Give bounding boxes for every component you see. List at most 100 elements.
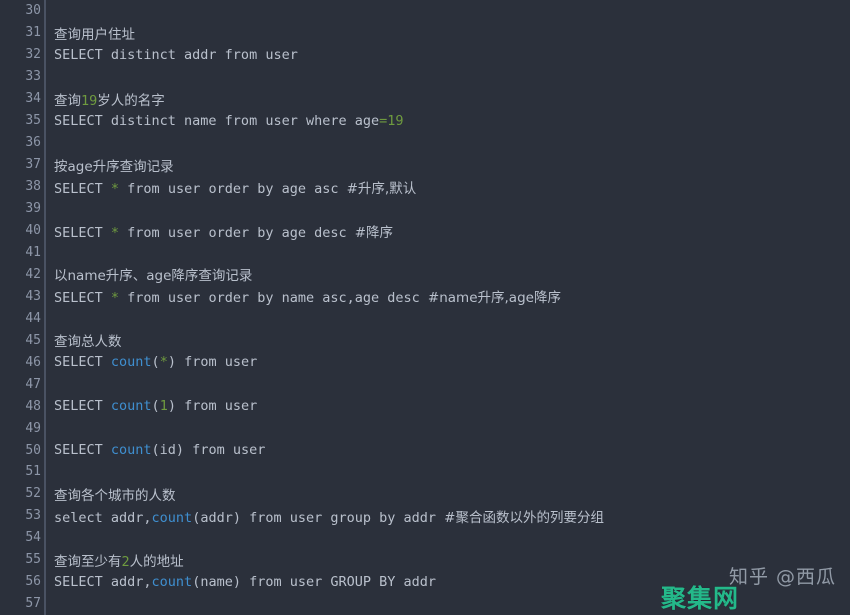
code-line[interactable]: 49 [0,417,850,440]
code-line-content[interactable]: SELECT * from user order by name asc,age… [46,286,561,306]
code-token: SELECT addr, [54,573,152,590]
code-line-content[interactable]: SELECT count(*) from user [46,354,257,370]
code-line[interactable]: 39 [0,197,850,220]
code-line-content[interactable]: SELECT * from user order by age asc #升序,… [46,177,416,197]
line-number: 53 [25,508,41,524]
code-token: * [110,290,120,307]
code-line[interactable]: 36 [0,131,850,154]
code-line-content[interactable]: SELECT addr,count(name) from user GROUP … [46,574,436,590]
code-line[interactable]: 45 查询总人数 [0,329,850,352]
code-line[interactable]: 41 [0,241,850,264]
line-number: 33 [25,69,41,85]
code-line[interactable]: 40 SELECT * from user order by age desc #… [0,219,850,242]
code-token: SELECT [54,290,111,307]
code-line-content[interactable]: SELECT distinct addr from user [46,47,298,63]
line-number: 48 [25,398,41,414]
line-number: 52 [25,486,41,502]
code-line[interactable]: 43 SELECT * from user order by name asc,a… [0,285,850,308]
code-token: 查询至少有 [54,553,122,570]
code-line-content[interactable]: 查询19岁人的名字 [46,89,165,109]
code-line-content[interactable]: SELECT * from user order by age desc #降序 [46,221,393,241]
code-line[interactable]: 48 SELECT count(1) from user [0,395,850,418]
code-line-content[interactable]: 查询用户住址 [46,23,135,43]
code-token: SELECT [54,354,111,371]
code-token: 查询用户住址 [54,26,135,43]
code-line[interactable]: 30 [0,0,850,22]
code-token: * [159,354,168,371]
code-line[interactable]: 37 按age升序查询记录 [0,153,850,176]
code-line-content[interactable]: SELECT count(1) from user [46,398,257,414]
code-token: ) from user [167,398,258,415]
line-number: 32 [25,47,41,63]
code-token: 岁人的名字 [97,92,165,109]
code-editor[interactable]: 30 31 查询用户住址 32 SELECT distinct addr from us… [0,0,850,615]
line-number: 51 [25,464,41,480]
code-line[interactable]: 35 SELECT distinct name from user where a… [0,109,850,132]
code-line-content[interactable]: 按age升序查询记录 [46,155,174,175]
code-token: SELECT [54,224,111,241]
code-line-content[interactable]: select addr,count(addr) from user group … [46,506,604,526]
code-line[interactable]: 32 SELECT distinct addr from user [0,43,850,66]
code-line-content[interactable]: 以name升序、age降序查询记录 [46,264,252,284]
code-line[interactable]: 34 查询19岁人的名字 [0,87,850,110]
gutter-divider [44,373,46,396]
line-number: 41 [25,244,41,260]
code-line[interactable]: 50 SELECT count(id) from user [0,439,850,462]
code-token: #降序 [354,224,394,241]
code-token: #name升序,age降序 [427,290,561,307]
line-number: 35 [25,113,41,129]
code-line[interactable]: 53 select addr,count(addr) from user grou… [0,504,850,527]
line-number: 45 [25,332,41,348]
code-line[interactable]: 52 查询各个城市的人数 [0,482,850,505]
gutter-divider [44,307,46,330]
line-number: 56 [25,574,41,590]
code-line-content[interactable]: SELECT distinct name from user where age… [46,113,404,129]
code-line[interactable]: 55 查询至少有2人的地址 [0,548,850,571]
gutter-divider [44,65,46,88]
line-number: 34 [25,91,41,107]
code-line[interactable]: 57 [0,592,850,615]
code-line-content[interactable]: 查询各个城市的人数 [46,484,176,504]
line-number: 44 [25,310,41,326]
gutter-divider [44,417,46,440]
code-line[interactable]: 31 查询用户住址 [0,21,850,44]
code-line[interactable]: 42 以name升序、age降序查询记录 [0,263,850,286]
code-line[interactable]: 47 [0,373,850,396]
code-line[interactable]: 46 SELECT count(*) from user [0,351,850,374]
code-token: (name) from user GROUP BY addr [192,573,437,590]
gutter-divider [44,197,46,220]
code-token: * [110,180,120,197]
code-token: count [110,354,152,371]
code-line[interactable]: 38 SELECT * from user order by age asc #升… [0,175,850,198]
line-number: 47 [25,376,41,392]
code-token: from user order by name asc,age desc [119,290,428,307]
code-token: #升序,默认 [346,180,417,197]
gutter-divider [44,241,46,264]
code-token: 以name升序、age降序查询记录 [54,268,253,285]
code-line-content[interactable]: 查询总人数 [46,330,122,350]
line-number: 36 [25,135,41,151]
code-token: SELECT distinct name from user where age [54,112,380,129]
code-token: SELECT [54,180,111,197]
code-token: 查询各个城市的人数 [54,487,176,504]
code-line-content[interactable]: 查询至少有2人的地址 [46,550,184,570]
line-number: 55 [25,552,41,568]
line-number: 30 [25,3,41,19]
line-number: 31 [25,25,41,41]
code-line[interactable]: 44 [0,307,850,330]
code-token: 19 [81,92,98,109]
code-line[interactable]: 33 [0,65,850,88]
code-token: 2 [121,553,130,570]
code-token: ( [151,398,160,415]
code-token: ) from user [167,354,258,371]
code-line[interactable]: 51 [0,461,850,483]
code-token: 按age升序查询记录 [54,158,174,175]
code-token: count [151,509,193,526]
line-number: 38 [25,179,41,195]
code-lines-container[interactable]: 30 31 查询用户住址 32 SELECT distinct addr from us… [0,0,850,615]
code-line-content[interactable]: SELECT count(id) from user [46,442,265,458]
code-line[interactable]: 54 [0,526,850,549]
line-number: 40 [25,223,41,238]
line-number: 50 [25,442,41,458]
code-line[interactable]: 56 SELECT addr,count(name) from user GROU… [0,570,850,593]
